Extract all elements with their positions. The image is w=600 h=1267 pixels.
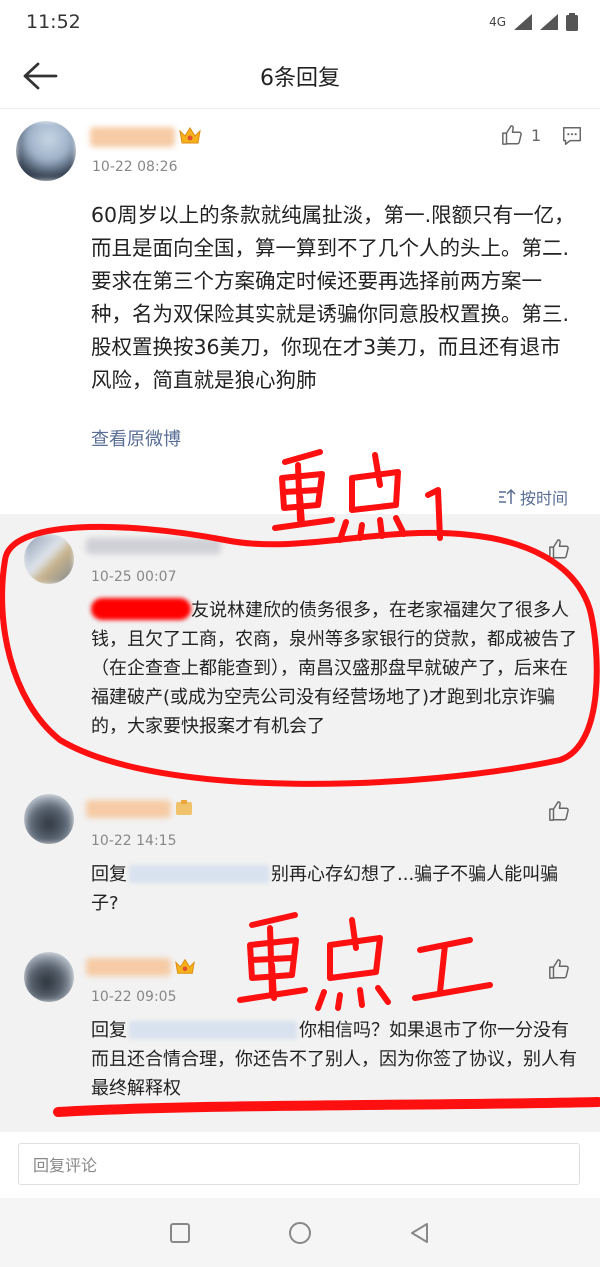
replies-section: 10-25 00:07 友说林建欣的债务很多，在老家福建欠了很多人钱，且欠了工商… bbox=[0, 514, 600, 1132]
redacted-mark bbox=[91, 598, 191, 620]
username-blurred[interactable] bbox=[86, 800, 171, 818]
username-blurred[interactable] bbox=[86, 538, 221, 554]
signal-icon bbox=[514, 14, 532, 30]
reply-item: 10-25 00:07 友说林建欣的债务很多，在老家福建欠了很多人钱，且欠了工商… bbox=[0, 514, 600, 772]
reply-time: 10-25 00:07 bbox=[91, 569, 177, 585]
reply-time: 10-22 09:05 bbox=[91, 989, 177, 1005]
page-title: 6条回复 bbox=[260, 66, 340, 91]
reply-item: 10-22 09:05 回复 你相信吗？如果退市了你一分没有而且还合情合理，你还告… bbox=[0, 936, 600, 1132]
crown-badge-icon bbox=[175, 958, 195, 974]
network-type: 4G bbox=[489, 15, 506, 29]
system-nav-bar bbox=[0, 1198, 600, 1267]
reply-text: 友说林建欣的债务很多，在老家福建欠了很多人钱，且欠了工商，农商，泉州等多家银行的… bbox=[91, 596, 581, 741]
username-blurred[interactable] bbox=[86, 958, 171, 976]
signal-icon-2 bbox=[540, 14, 558, 30]
home-button[interactable] bbox=[280, 1213, 320, 1253]
reply-item: 10-22 14:15 回复 别再心存幻想了...骗子不骗人能叫骗子? bbox=[0, 776, 600, 934]
comment-time: 10-22 08:26 bbox=[92, 159, 178, 175]
member-badge-icon bbox=[176, 800, 192, 815]
thumb-up-icon[interactable] bbox=[548, 800, 570, 822]
battery-icon bbox=[566, 13, 578, 31]
sort-by-time-button[interactable]: 按时间 bbox=[497, 485, 568, 509]
like-count: 1 bbox=[531, 125, 542, 145]
reply-text-content: 友说林建欣的债务很多，在老家福建欠了很多人钱，且欠了工商，农商，泉州等多家银行的… bbox=[91, 600, 577, 737]
back-arrow-icon bbox=[23, 62, 58, 90]
main-comment: 10-22 08:26 1 60周岁以上的条款就纯属扯淡，第一.限额只有一亿，而… bbox=[0, 109, 600, 514]
view-original-link[interactable]: 查看原微博 bbox=[91, 425, 181, 451]
comment-text: 60周岁以上的条款就纯属扯淡，第一.限额只有一亿，而且是面向全国，算一算到不了几… bbox=[91, 203, 575, 392]
thumb-up-icon[interactable] bbox=[548, 538, 570, 560]
reply-time: 10-22 14:15 bbox=[91, 833, 177, 849]
status-icons: 4G bbox=[489, 13, 578, 31]
reply-prefix: 回复 bbox=[91, 1020, 127, 1041]
crown-badge-icon bbox=[179, 127, 201, 144]
reply-prefix: 回复 bbox=[91, 864, 127, 885]
avatar[interactable] bbox=[24, 534, 74, 584]
status-time: 11:52 bbox=[26, 11, 81, 33]
reply-input[interactable]: 回复评论 bbox=[18, 1143, 580, 1185]
status-bar: 11:52 4G bbox=[0, 0, 600, 44]
username-blurred[interactable] bbox=[90, 127, 175, 147]
top-bar: 6条回复 bbox=[0, 44, 600, 109]
back-button[interactable] bbox=[20, 56, 60, 96]
reply-text: 回复 别再心存幻想了...骗子不骗人能叫骗子? bbox=[91, 860, 581, 918]
square-icon bbox=[170, 1222, 190, 1243]
avatar[interactable] bbox=[24, 952, 74, 1002]
thumb-up-icon[interactable] bbox=[548, 958, 570, 980]
triangle-back-icon bbox=[411, 1222, 428, 1243]
comment-icon[interactable] bbox=[561, 125, 583, 147]
avatar[interactable] bbox=[16, 121, 76, 181]
recent-apps-button[interactable] bbox=[160, 1213, 200, 1253]
sort-icon bbox=[499, 488, 516, 504]
mention-blurred[interactable] bbox=[129, 1021, 297, 1039]
back-nav-button[interactable] bbox=[400, 1213, 440, 1253]
sort-label: 按时间 bbox=[520, 489, 569, 508]
thumb-up-icon bbox=[502, 125, 522, 145]
reply-text: 回复 你相信吗？如果退市了你一分没有而且还合情合理，你还告不了别人，因为你签了协议… bbox=[91, 1016, 581, 1103]
avatar[interactable] bbox=[24, 794, 74, 844]
circle-icon bbox=[289, 1221, 311, 1244]
mention-blurred[interactable] bbox=[129, 865, 269, 883]
like-button[interactable]: 1 bbox=[501, 124, 541, 146]
reply-input-placeholder: 回复评论 bbox=[33, 1156, 98, 1175]
